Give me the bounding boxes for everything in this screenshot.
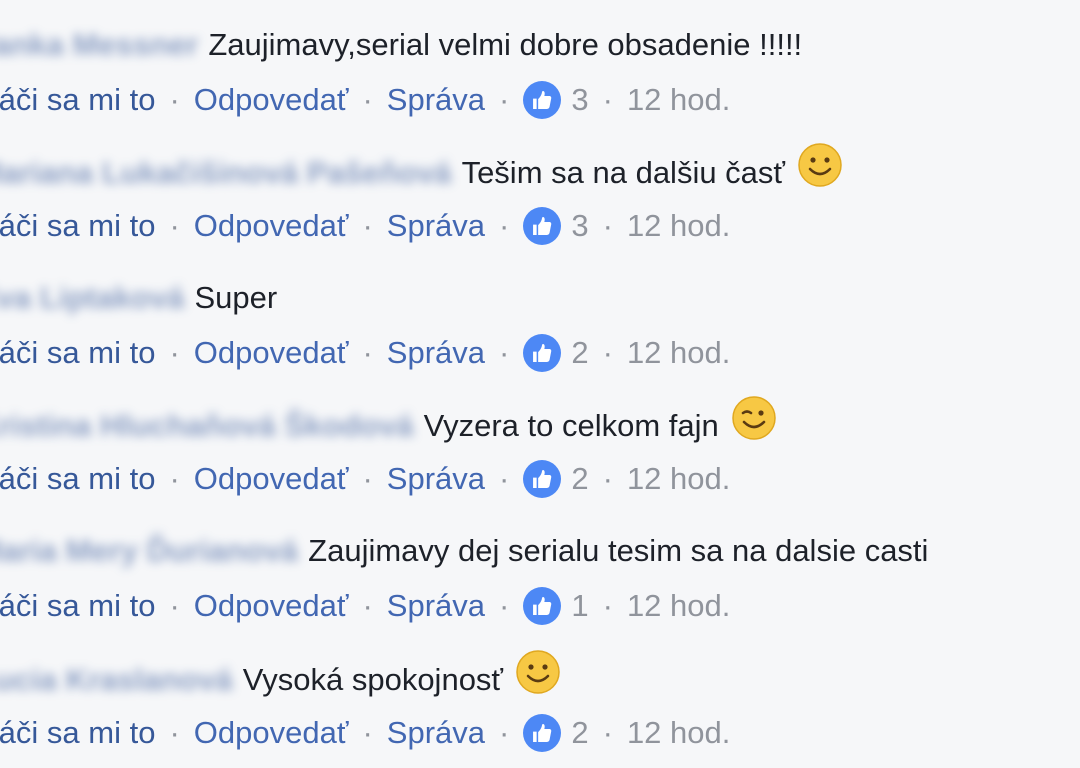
separator: · — [169, 82, 180, 117]
comment-text: Tešim sa na dalšiu časť — [461, 154, 786, 190]
comment-text: Zaujimavy,serial velmi dobre obsadenie !… — [208, 27, 803, 62]
like-icon[interactable] — [523, 334, 562, 372]
separator: · — [362, 82, 373, 117]
like-link[interactable]: Páči sa mi to — [0, 76, 155, 124]
comment-text: Super — [194, 280, 278, 315]
message-link[interactable]: Správa — [387, 582, 485, 630]
comment-timestamp[interactable]: 12 hod. — [627, 329, 730, 377]
comment-item: Maria Mery Ďurianová Zaujimavy dej serial… — [0, 506, 1080, 632]
like-link[interactable]: Páči sa mi to — [0, 582, 155, 630]
comment-body: Janka Messner Zaujimavy,serial velmi dobr… — [0, 22, 802, 68]
comment-body: Maria Mery Ďurianová Zaujimavy dej serial… — [0, 528, 928, 574]
reply-link[interactable]: Odpovedať — [194, 76, 349, 124]
comment-item: Kristina Hluchaňová Škodová Vyzera to cel… — [0, 379, 1080, 505]
separator: · — [362, 208, 373, 243]
reply-link[interactable]: Odpovedať — [194, 709, 349, 757]
comment-actions: Páči sa mi to · Odpovedať · Správa · 3 ·… — [0, 202, 730, 250]
message-link[interactable]: Správa — [387, 202, 485, 250]
comment-list: Janka Messner Zaujimavy,serial velmi dobr… — [0, 0, 1080, 768]
comment-text: Vysoká spokojnosť — [242, 661, 504, 697]
reply-link[interactable]: Odpovedať — [194, 202, 349, 250]
separator: · — [602, 588, 613, 623]
separator: · — [169, 715, 180, 750]
comment-body: Eva Liptaková Super — [0, 275, 277, 321]
like-icon[interactable] — [523, 587, 562, 625]
comment-timestamp[interactable]: 12 hod. — [627, 76, 730, 124]
like-link[interactable]: Páči sa mi to — [0, 202, 155, 250]
comment-author[interactable]: Maria Mery Ďurianová — [0, 528, 298, 574]
separator: · — [499, 715, 510, 750]
like-count[interactable]: 1 — [571, 582, 588, 630]
message-link[interactable]: Správa — [387, 455, 485, 503]
like-icon[interactable] — [523, 81, 562, 119]
separator: · — [169, 208, 180, 243]
comment-text: Zaujimavy dej serialu tesim sa na dalsie… — [308, 533, 929, 568]
comment-body: Kristina Hluchaňová Škodová Vyzera to cel… — [0, 396, 777, 449]
separator: · — [362, 588, 373, 623]
comment-item: Janka Messner Zaujimavy,serial velmi dobr… — [0, 0, 1080, 126]
comment-actions: Páči sa mi to · Odpovedať · Správa · 2 ·… — [0, 329, 730, 377]
separator: · — [499, 208, 510, 243]
like-link[interactable]: Páči sa mi to — [0, 329, 155, 377]
comment-timestamp[interactable]: 12 hod. — [627, 202, 730, 250]
comment-timestamp[interactable]: 12 hod. — [627, 709, 730, 757]
comment-author[interactable]: Lucia Kraslanová — [0, 657, 233, 703]
like-icon[interactable] — [523, 460, 562, 498]
comment-author[interactable]: Janka Messner — [0, 22, 198, 68]
separator: · — [602, 715, 613, 750]
like-count[interactable]: 2 — [571, 329, 588, 377]
message-link[interactable]: Správa — [387, 76, 485, 124]
comment-item: Eva Liptaková Super Páči sa mi to · Odpov… — [0, 253, 1080, 379]
comment-actions: Páči sa mi to · Odpovedať · Správa · 2 ·… — [0, 709, 730, 757]
comment-author[interactable]: Mariana Lukačišinová Pašeňová — [0, 150, 452, 196]
message-link[interactable]: Správa — [387, 709, 485, 757]
separator: · — [169, 588, 180, 623]
separator: · — [499, 335, 510, 370]
comment-item: Lucia KraslanováVysoká spokojnosť Páči s… — [0, 633, 1080, 759]
like-count[interactable]: 2 — [571, 455, 588, 503]
separator: · — [499, 461, 510, 496]
separator: · — [602, 461, 613, 496]
comment-body: Mariana Lukačišinová Pašeňová Tešim sa na… — [0, 143, 843, 196]
reply-link[interactable]: Odpovedať — [194, 329, 349, 377]
message-link[interactable]: Správa — [387, 329, 485, 377]
like-count[interactable]: 2 — [571, 709, 588, 757]
comment-author[interactable]: Kristina Hluchaňová Škodová — [0, 403, 414, 449]
separator: · — [499, 588, 510, 623]
smile-emoji-icon — [515, 649, 561, 708]
separator: · — [602, 335, 613, 370]
like-icon[interactable] — [523, 714, 562, 752]
separator: · — [362, 335, 373, 370]
separator: · — [499, 82, 510, 117]
comment-actions: Páči sa mi to · Odpovedať · Správa · 3 ·… — [0, 76, 730, 124]
comment-actions: Páči sa mi to · Odpovedať · Správa · 1 ·… — [0, 582, 730, 630]
like-count[interactable]: 3 — [571, 202, 588, 250]
separator: · — [602, 82, 613, 117]
like-link[interactable]: Páči sa mi to — [0, 709, 155, 757]
separator: · — [362, 715, 373, 750]
like-icon[interactable] — [523, 207, 562, 245]
comment-text: Vyzera to celkom fajn — [423, 407, 719, 443]
like-count[interactable]: 3 — [571, 76, 588, 124]
separator: · — [169, 335, 180, 370]
comment-timestamp[interactable]: 12 hod. — [627, 455, 730, 503]
comment-timestamp[interactable]: 12 hod. — [627, 582, 730, 630]
separator: · — [169, 461, 180, 496]
separator: · — [602, 208, 613, 243]
comment-item: Mariana Lukačišinová Pašeňová Tešim sa na… — [0, 126, 1080, 252]
smile-emoji-icon — [797, 142, 843, 201]
like-link[interactable]: Páči sa mi to — [0, 455, 155, 503]
comment-body: Lucia Kraslanová Vysoká spokojnosť — [0, 650, 561, 703]
comment-author[interactable]: Eva Liptaková — [0, 275, 184, 321]
reply-link[interactable]: Odpovedať — [194, 455, 349, 503]
wink-emoji-icon — [731, 395, 777, 454]
separator: · — [362, 461, 373, 496]
comment-actions: Páči sa mi to · Odpovedať · Správa · 2 ·… — [0, 455, 730, 503]
reply-link[interactable]: Odpovedať — [194, 582, 349, 630]
